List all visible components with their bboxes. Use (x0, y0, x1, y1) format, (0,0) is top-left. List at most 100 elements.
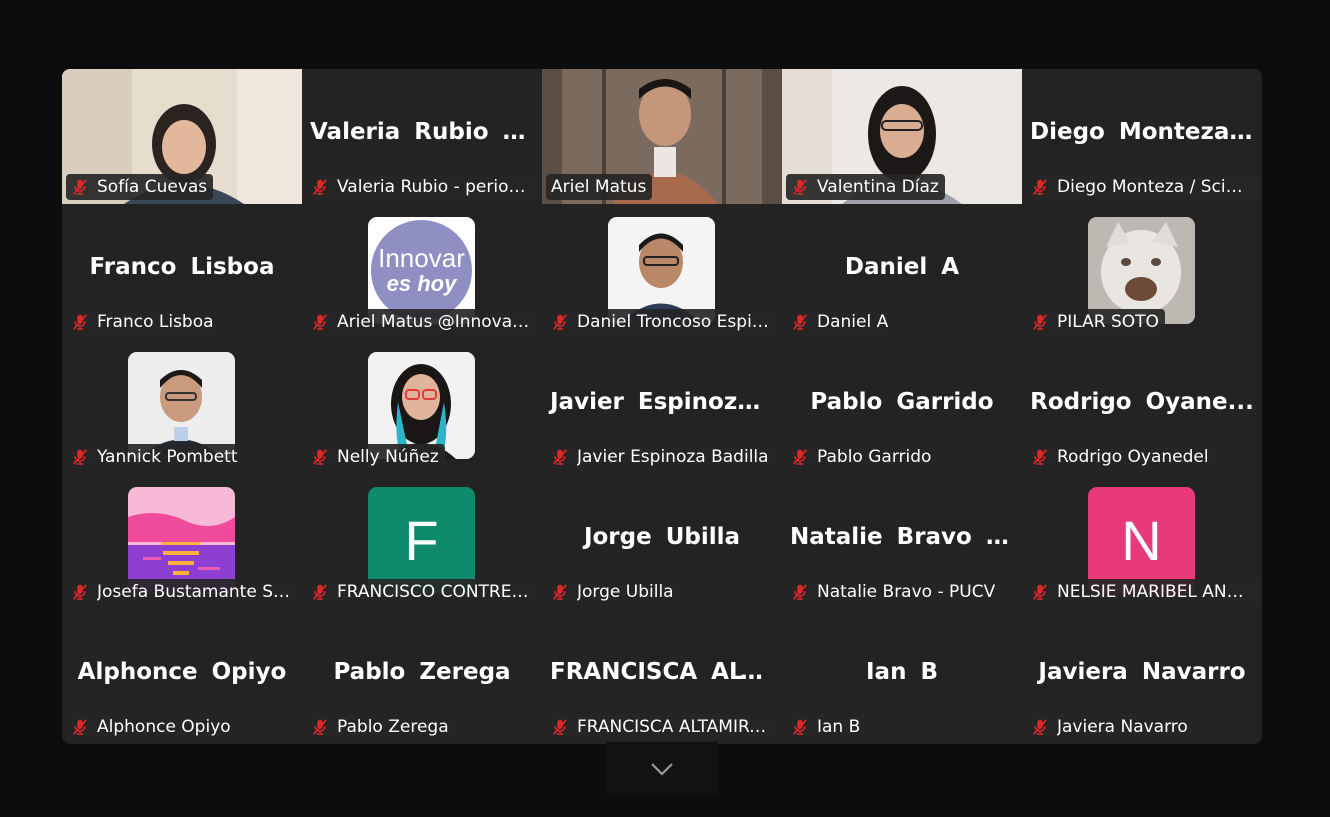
participant-tile[interactable]: Jorge Ubilla Jorge Ubilla (542, 474, 782, 609)
participant-tile[interactable]: Ian B Ian B (782, 609, 1022, 744)
participant-tile[interactable]: Pablo Zerega Pablo Zerega (302, 609, 542, 744)
participant-tile[interactable]: Valeria Rubio -... Valeria Rubio - perio… (302, 69, 542, 204)
participant-tile[interactable]: N NELSIE MARIBEL AND... (1022, 474, 1262, 609)
participant-name-label: Josefa Bustamante Sal... (66, 579, 298, 605)
participant-tile[interactable]: PILAR SOTO (1022, 204, 1262, 339)
mic-muted-icon (311, 178, 329, 196)
participant-display-name: Ian B (866, 659, 938, 685)
participant-tile[interactable]: Javiera Navarro Javiera Navarro (1022, 609, 1262, 744)
mic-muted-icon (551, 583, 569, 601)
participant-tile[interactable]: Alphonce Opiyo Alphonce Opiyo (62, 609, 302, 744)
participant-tile-active-speaker[interactable]: Ariel Matus (542, 69, 782, 204)
participant-display-name: FRANCISCA ALT... (550, 659, 779, 685)
participant-name-label: FRANCISCA ALTAMIRA... (546, 714, 778, 740)
innovar-logo-avatar: Innovar es hoy (368, 217, 475, 324)
participant-name-label: Rodrigo Oyanedel (1026, 444, 1215, 470)
mic-muted-icon (71, 178, 89, 196)
letter-avatar: N (1088, 487, 1195, 594)
mic-muted-icon (791, 313, 809, 331)
mic-muted-icon (551, 313, 569, 331)
participant-display-name: Natalie Bravo -... (790, 524, 1022, 550)
participant-tile[interactable]: Josefa Bustamante Sal... (62, 474, 302, 609)
mic-muted-icon (551, 448, 569, 466)
participant-name-label: Yannick Pombett (66, 444, 244, 470)
participant-tile[interactable]: Nelly Núñez (302, 339, 542, 474)
mic-muted-icon (791, 718, 809, 736)
participant-name-label: Pablo Garrido (786, 444, 938, 470)
participant-name-label: Sofía Cuevas (66, 174, 214, 200)
mic-muted-icon (791, 178, 809, 196)
avatar-logo-text-2: es hoy (386, 271, 457, 296)
mic-muted-icon (311, 718, 329, 736)
participant-tile[interactable]: FRANCISCA ALT... FRANCISCA ALTAMIRA... (542, 609, 782, 744)
participant-display-name: Pablo Zerega (333, 659, 511, 685)
participant-tile[interactable]: Sofía Cuevas (62, 69, 302, 204)
participant-name-label: Natalie Bravo - PUCV (786, 579, 1002, 605)
participant-display-name: Diego Monteza... (1030, 119, 1256, 145)
mic-muted-icon (1031, 178, 1049, 196)
participant-name-label: NELSIE MARIBEL AND... (1026, 579, 1258, 605)
profile-photo-avatar (608, 217, 715, 324)
participant-display-name: Javier Espinoza... (550, 389, 779, 415)
participant-name-label: Franco Lisboa (66, 309, 220, 335)
participant-tile[interactable]: Daniel A Daniel A (782, 204, 1022, 339)
participant-tile[interactable]: F FRANCISCO CONTRER... (302, 474, 542, 609)
mic-muted-icon (71, 313, 89, 331)
participant-name-label: Javiera Navarro (1026, 714, 1194, 740)
avatar-logo-text-1: Innovar (378, 243, 465, 273)
participant-display-name: Franco Lisboa (89, 254, 275, 280)
participant-display-name: Daniel A (844, 254, 960, 280)
participant-display-name: Pablo Garrido (810, 389, 994, 415)
participant-display-name: Valeria Rubio -... (310, 119, 539, 145)
participant-name-label: PILAR SOTO (1026, 309, 1165, 335)
participant-name-label: Jorge Ubilla (546, 579, 680, 605)
participant-gallery: Sofía Cuevas Valeria Rubio -... Valeria … (62, 69, 1262, 744)
mic-muted-icon (311, 313, 329, 331)
gallery-scroll-down-button[interactable] (606, 742, 718, 796)
participant-name-label: Ian B (786, 714, 867, 740)
mic-muted-icon (791, 583, 809, 601)
participant-tile[interactable]: Javier Espinoza... Javier Espinoza Badil… (542, 339, 782, 474)
participant-name-label: Diego Monteza / Scien... (1026, 174, 1258, 200)
participant-name-label: Daniel Troncoso Espin... (546, 309, 778, 335)
participant-name-label: Alphonce Opiyo (66, 714, 237, 740)
participant-display-name: Rodrigo Oyane... (1030, 389, 1254, 415)
mic-muted-icon (311, 448, 329, 466)
participant-tile[interactable]: Franco Lisboa Franco Lisboa (62, 204, 302, 339)
participant-tile[interactable]: Innovar es hoy Ariel Matus @Innovar... (302, 204, 542, 339)
participant-name-label: Pablo Zerega (306, 714, 455, 740)
profile-photo-avatar (128, 352, 235, 459)
participant-name-label: Nelly Núñez (306, 444, 445, 470)
chevron-down-icon (651, 763, 673, 776)
mic-muted-icon (1031, 583, 1049, 601)
mic-muted-icon (311, 583, 329, 601)
sunset-image-avatar (128, 487, 235, 594)
participant-tile[interactable]: Natalie Bravo -... Natalie Bravo - PUCV (782, 474, 1022, 609)
letter-avatar: F (368, 487, 475, 594)
participant-tile[interactable]: Diego Monteza... Diego Monteza / Scien..… (1022, 69, 1262, 204)
participant-tile[interactable]: Daniel Troncoso Espin... (542, 204, 782, 339)
mic-muted-icon (791, 448, 809, 466)
participant-display-name: Jorge Ubilla (583, 524, 741, 550)
participant-display-name: Javiera Navarro (1038, 659, 1246, 685)
cat-photo-avatar (1088, 217, 1195, 324)
mic-muted-icon (1031, 718, 1049, 736)
participant-tile[interactable]: Rodrigo Oyane... Rodrigo Oyanedel (1022, 339, 1262, 474)
participant-name-label: Ariel Matus (546, 174, 653, 200)
participant-tile[interactable]: Valentina Díaz (782, 69, 1022, 204)
participant-name-label: FRANCISCO CONTRER... (306, 579, 538, 605)
mic-muted-icon (71, 448, 89, 466)
profile-photo-avatar (368, 352, 475, 459)
participant-tile[interactable]: Pablo Garrido Pablo Garrido (782, 339, 1022, 474)
participant-name-label: Ariel Matus @Innovar... (306, 309, 538, 335)
mic-muted-icon (1031, 448, 1049, 466)
mic-muted-icon (71, 583, 89, 601)
participant-name-label: Valentina Díaz (786, 174, 945, 200)
participant-name-label: Daniel A (786, 309, 895, 335)
participant-display-name: Alphonce Opiyo (77, 659, 287, 685)
participant-tile[interactable]: Yannick Pombett (62, 339, 302, 474)
mic-muted-icon (551, 718, 569, 736)
mic-muted-icon (1031, 313, 1049, 331)
mic-muted-icon (71, 718, 89, 736)
participant-name-label: Javier Espinoza Badilla (546, 444, 775, 470)
